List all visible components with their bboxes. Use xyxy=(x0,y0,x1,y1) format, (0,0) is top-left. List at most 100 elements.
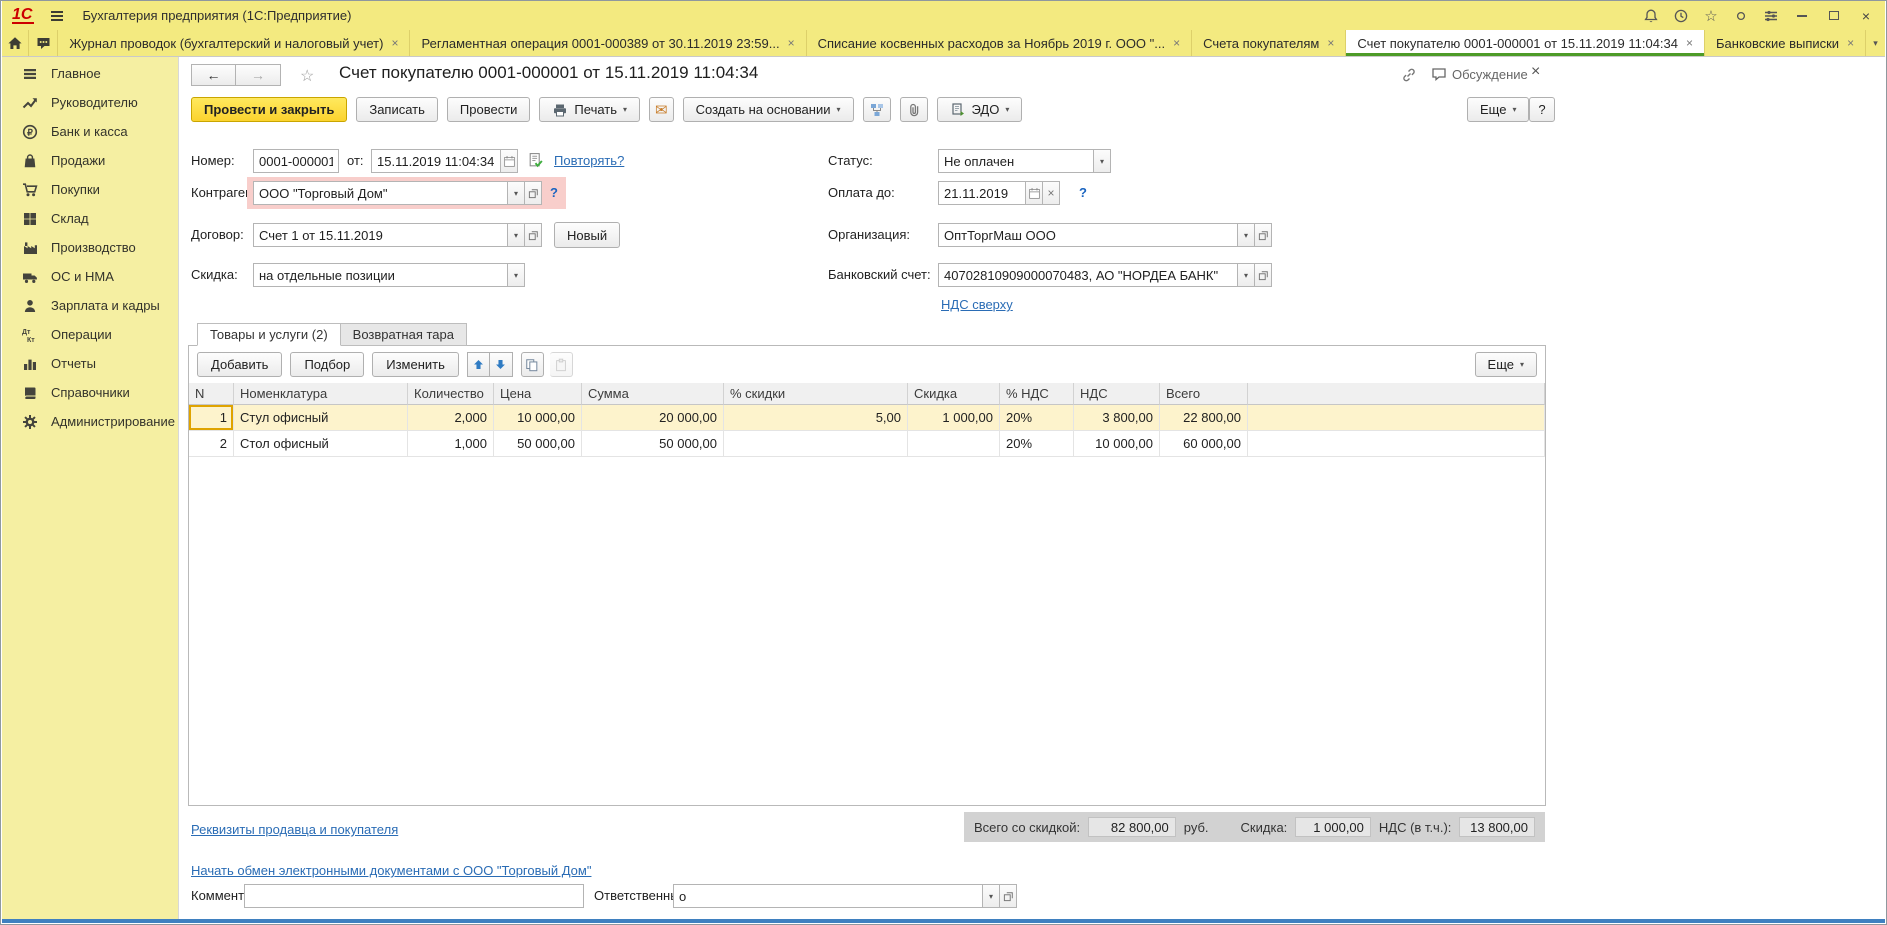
cell-sum[interactable]: 50 000,00 xyxy=(582,431,724,457)
tab-close-icon[interactable]: × xyxy=(1327,37,1334,49)
pick-button[interactable]: Подбор xyxy=(290,352,365,377)
notifications-bell-icon[interactable] xyxy=(1639,6,1663,26)
window-tab-active[interactable]: Счет покупателю 0001-000001 от 15.11.201… xyxy=(1346,30,1706,56)
table-row[interactable]: 2 Стол офисный 1,000 50 000,00 50 000,00… xyxy=(189,431,1545,457)
contract-open-icon[interactable] xyxy=(525,223,542,247)
copy-rows-icon[interactable] xyxy=(520,352,544,377)
column-header[interactable]: % скидки xyxy=(724,383,908,405)
move-up-icon[interactable] xyxy=(466,352,490,377)
window-tab[interactable]: Счета покупателям × xyxy=(1192,30,1347,56)
column-header[interactable]: Цена xyxy=(494,383,582,405)
cell-price[interactable]: 50 000,00 xyxy=(494,431,582,457)
organization-dropdown-icon[interactable]: ▾ xyxy=(1238,223,1255,247)
sidebar-item-purchases[interactable]: Покупки xyxy=(2,175,178,204)
discount-dropdown-icon[interactable]: ▾ xyxy=(508,263,525,287)
contractor-dropdown-icon[interactable]: ▾ xyxy=(508,181,525,205)
window-close-button[interactable]: × xyxy=(1853,6,1879,26)
responsible-open-icon[interactable] xyxy=(1000,884,1017,908)
sidebar-item-reports[interactable]: Отчеты xyxy=(2,349,178,378)
post-button[interactable]: Провести xyxy=(446,97,531,122)
column-header[interactable]: Всего xyxy=(1160,383,1248,405)
bank-account-open-icon[interactable] xyxy=(1255,263,1272,287)
send-email-button[interactable]: ✉ xyxy=(649,97,674,122)
cell-n[interactable]: 2 xyxy=(189,431,234,457)
sidebar-item-salary-hr[interactable]: Зарплата и кадры xyxy=(2,291,178,320)
column-header[interactable]: Скидка xyxy=(908,383,1000,405)
window-tab[interactable]: Банковские выписки × xyxy=(1705,30,1867,56)
edo-button[interactable]: ЭДО ▾ xyxy=(936,97,1023,122)
date-input[interactable] xyxy=(371,149,501,173)
vat-mode-link[interactable]: НДС сверху xyxy=(941,297,1013,312)
column-header[interactable]: Количество xyxy=(408,383,494,405)
favorites-star-icon[interactable]: ☆ xyxy=(1699,6,1723,26)
responsible-input[interactable] xyxy=(673,884,983,908)
column-header[interactable]: N xyxy=(189,383,234,405)
calendar-icon[interactable] xyxy=(501,149,518,173)
home-icon[interactable] xyxy=(2,30,29,56)
service-settings-icon[interactable] xyxy=(1759,6,1783,26)
forward-button[interactable]: → xyxy=(236,64,281,86)
new-contract-button[interactable]: Новый xyxy=(554,222,621,248)
maximize-button[interactable] xyxy=(1821,6,1847,26)
paste-rows-icon[interactable] xyxy=(549,352,573,377)
start-edo-exchange-link[interactable]: Начать обмен электронными документами с … xyxy=(191,863,591,878)
column-header[interactable]: Сумма xyxy=(582,383,724,405)
window-tab[interactable]: Списание косвенных расходов за Ноябрь 20… xyxy=(807,30,1193,56)
tab-close-icon[interactable]: × xyxy=(391,37,398,49)
cell-quantity[interactable]: 1,000 xyxy=(408,431,494,457)
edit-row-button[interactable]: Изменить xyxy=(372,352,459,377)
tab-close-icon[interactable]: × xyxy=(1173,37,1180,49)
attachments-button[interactable] xyxy=(899,97,928,122)
contract-input[interactable] xyxy=(253,223,508,247)
save-button[interactable]: Записать xyxy=(356,97,438,122)
add-row-button[interactable]: Добавить xyxy=(197,352,283,377)
bank-account-dropdown-icon[interactable]: ▾ xyxy=(1238,263,1255,287)
cell-discount-pct[interactable]: 5,00 xyxy=(724,405,908,431)
pay-before-clear-icon[interactable]: × xyxy=(1043,181,1060,205)
cell-n[interactable]: 1 xyxy=(189,405,234,431)
column-header[interactable]: % НДС xyxy=(1000,383,1074,405)
window-tab[interactable]: Журнал проводок (бухгалтерский и налогов… xyxy=(58,30,411,56)
cell-nomenclature[interactable]: Стул офисный xyxy=(234,405,408,431)
pay-before-calendar-icon[interactable] xyxy=(1026,181,1043,205)
cell-quantity[interactable]: 2,000 xyxy=(408,405,494,431)
move-down-icon[interactable] xyxy=(489,352,513,377)
tab-returnable-packaging[interactable]: Возвратная тара xyxy=(340,323,467,346)
cell-discount[interactable]: 1 000,00 xyxy=(908,405,1000,431)
tab-goods-services[interactable]: Товары и услуги (2) xyxy=(197,323,341,346)
sidebar-item-directories[interactable]: Справочники xyxy=(2,378,178,407)
back-button[interactable]: ← xyxy=(191,64,236,86)
history-icon[interactable] xyxy=(1669,6,1693,26)
cell-sum[interactable]: 20 000,00 xyxy=(582,405,724,431)
cell-price[interactable]: 10 000,00 xyxy=(494,405,582,431)
post-and-close-button[interactable]: Провести и закрыть xyxy=(191,97,348,122)
sidebar-item-manager[interactable]: Руководителю xyxy=(2,88,178,117)
requisites-link[interactable]: Реквизиты продавца и покупателя xyxy=(191,822,398,837)
cell-discount[interactable] xyxy=(908,431,1000,457)
organization-open-icon[interactable] xyxy=(1255,223,1272,247)
repeat-link[interactable]: Повторять? xyxy=(554,153,624,168)
status-circle-icon[interactable] xyxy=(1729,6,1753,26)
cell-discount-pct[interactable] xyxy=(724,431,908,457)
sidebar-item-fixed-assets[interactable]: ОС и НМА xyxy=(2,262,178,291)
subordination-structure-button[interactable] xyxy=(862,97,891,122)
help-button[interactable]: ? xyxy=(1529,97,1555,122)
minimize-button[interactable] xyxy=(1789,6,1815,26)
cell-vat[interactable]: 3 800,00 xyxy=(1074,405,1160,431)
status-dropdown-icon[interactable]: ▾ xyxy=(1094,149,1111,173)
sidebar-item-sales[interactable]: Продажи xyxy=(2,146,178,175)
sidebar-item-operations[interactable]: Дт Кт Операции xyxy=(2,320,178,349)
number-input[interactable] xyxy=(253,149,339,173)
cell-vat-pct[interactable]: 20% xyxy=(1000,431,1074,457)
create-based-on-button[interactable]: Создать на основании ▾ xyxy=(682,97,854,122)
cell-vat-pct[interactable]: 20% xyxy=(1000,405,1074,431)
bank-account-input[interactable] xyxy=(938,263,1238,287)
sidebar-item-administration[interactable]: Администрирование xyxy=(2,407,178,436)
discussions-chat-icon[interactable] xyxy=(29,30,59,56)
more-button[interactable]: Еще ▾ xyxy=(1467,97,1530,122)
form-close-icon[interactable]: × xyxy=(1531,63,1540,81)
pay-before-help-icon[interactable]: ? xyxy=(1079,181,1087,205)
contractor-open-icon[interactable] xyxy=(525,181,542,205)
cell-vat[interactable]: 10 000,00 xyxy=(1074,431,1160,457)
pay-before-input[interactable] xyxy=(938,181,1026,205)
